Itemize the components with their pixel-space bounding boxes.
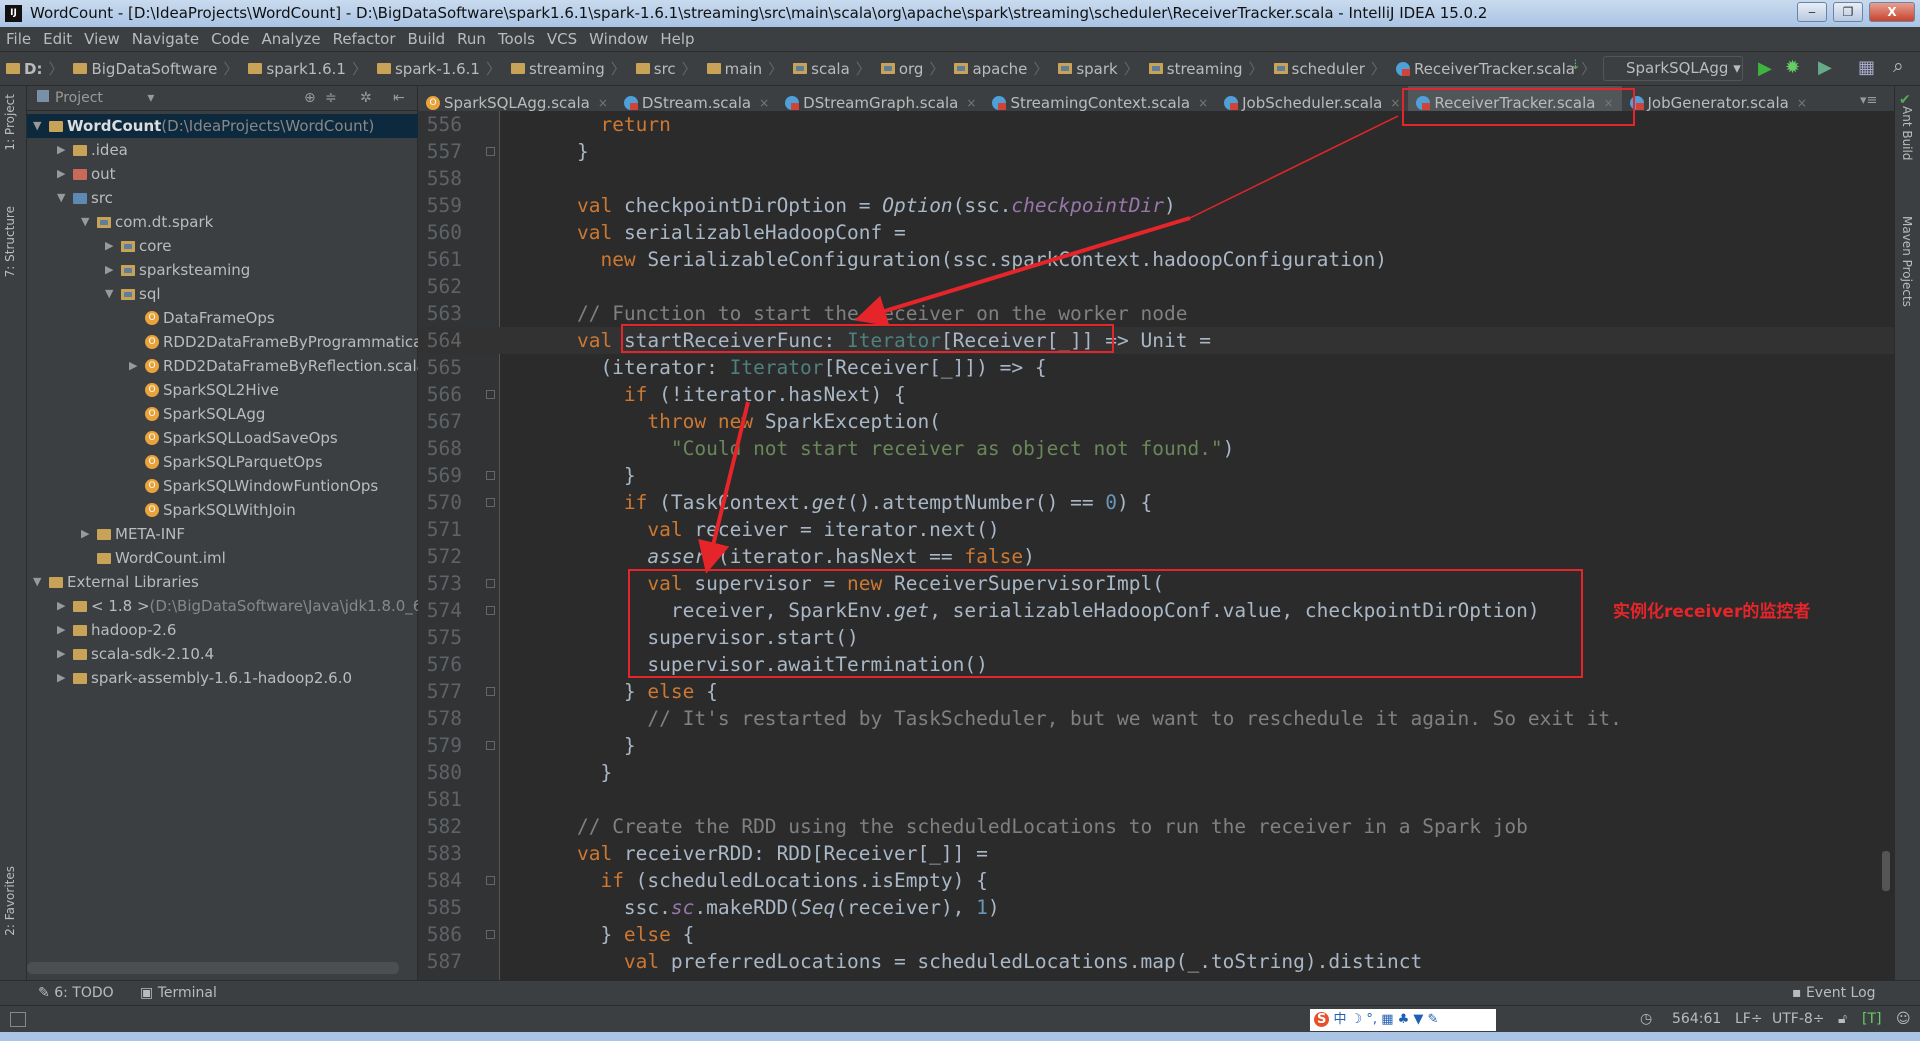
- annotation-arrows: [698, 115, 1399, 574]
- status-bar: S 中 ☽ °, ▦ ♣ ▼ ✎ ◷ 564:61 LF÷ UTF-8÷ 🔓︎ …: [0, 1005, 1920, 1032]
- toggle-tool-windows-icon[interactable]: [10, 1012, 26, 1027]
- annotation-text: 实例化receiver的监控者: [1613, 602, 1811, 622]
- clock-icon: ◷: [1640, 1011, 1653, 1027]
- terminal-tab[interactable]: ▣ Terminal: [140, 981, 217, 1006]
- annotation-arrow-to-supervisor: [698, 401, 750, 574]
- hector-icon[interactable]: ☺: [1896, 1006, 1911, 1033]
- ime-toolbar[interactable]: S 中 ☽ °, ▦ ♣ ▼ ✎: [1310, 1009, 1496, 1031]
- caret-position[interactable]: 564:61: [1672, 1006, 1721, 1033]
- windows-taskbar: [0, 1032, 1920, 1041]
- todo-label: 6: TODO: [54, 985, 114, 1001]
- event-log-label: Event Log: [1805, 985, 1876, 1001]
- annotation-arrow-to-func: [854, 216, 1191, 327]
- line-separator[interactable]: LF÷: [1735, 1006, 1763, 1033]
- lock-icon[interactable]: 🔓︎: [1838, 1006, 1847, 1033]
- tool-window-bar: ✎ 6: TODO ▣ Terminal ▪ Event Log: [0, 980, 1920, 1005]
- event-log-tab[interactable]: ▪ Event Log: [1792, 981, 1876, 1006]
- todo-tab[interactable]: ✎ 6: TODO: [38, 981, 114, 1006]
- terminal-label: Terminal: [157, 985, 217, 1001]
- file-encoding[interactable]: UTF-8÷: [1772, 1006, 1825, 1033]
- inspection-icon[interactable]: [T]: [1862, 1006, 1881, 1033]
- annotation-thin-line: [1189, 115, 1399, 219]
